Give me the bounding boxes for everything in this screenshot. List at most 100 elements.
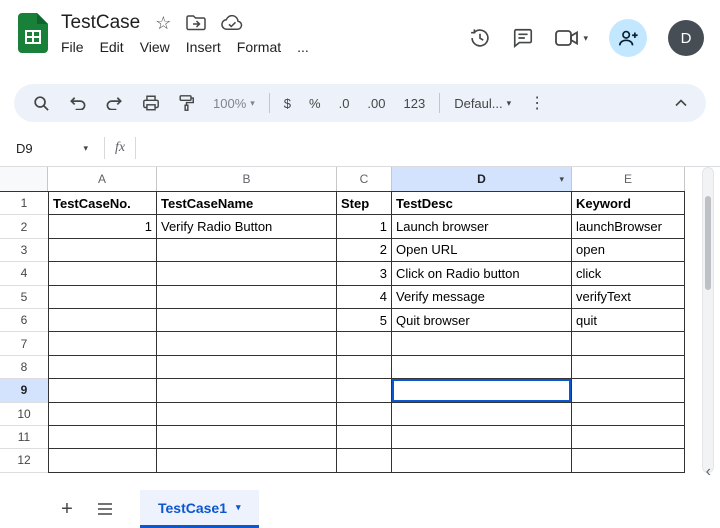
cell-E1[interactable]: Keyword — [572, 192, 685, 215]
cell-C1[interactable]: Step — [337, 192, 392, 215]
share-button[interactable] — [609, 19, 647, 57]
undo-button[interactable] — [59, 84, 96, 122]
cell-A1[interactable]: TestCaseNo. — [48, 192, 157, 215]
cell-C2[interactable]: 1 — [337, 215, 392, 238]
cell-D9[interactable] — [392, 379, 572, 402]
comments-icon[interactable] — [512, 27, 534, 49]
sheets-logo-icon[interactable] — [18, 13, 48, 53]
cell-E11[interactable] — [572, 426, 685, 449]
select-all-corner[interactable] — [0, 167, 48, 191]
meet-video-icon[interactable]: ▾ — [555, 29, 588, 47]
menu-edit[interactable]: Edit — [92, 37, 132, 57]
column-header-B[interactable]: B — [157, 167, 337, 191]
cell-D2[interactable]: Launch browser — [392, 215, 572, 238]
menu-file[interactable]: File — [53, 37, 92, 57]
cell-B6[interactable] — [157, 309, 337, 332]
cell-C8[interactable] — [337, 356, 392, 379]
column-header-C[interactable]: C — [337, 167, 392, 191]
print-button[interactable] — [133, 84, 169, 122]
account-avatar[interactable]: D — [668, 20, 704, 56]
row-header-6[interactable]: 6 — [0, 309, 48, 332]
row-header-10[interactable]: 10 — [0, 403, 48, 426]
currency-format-button[interactable]: $ — [275, 84, 300, 122]
cell-E12[interactable] — [572, 449, 685, 472]
cell-C6[interactable]: 5 — [337, 309, 392, 332]
row-header-9[interactable]: 9 — [0, 379, 48, 402]
meet-caret-icon[interactable]: ▾ — [583, 34, 588, 43]
cell-C4[interactable]: 3 — [337, 262, 392, 285]
scroll-left-icon[interactable]: ‹ — [706, 464, 711, 480]
cell-A12[interactable] — [48, 449, 157, 472]
cell-A8[interactable] — [48, 356, 157, 379]
sheet-tab-testcase1[interactable]: TestCase1 ▾ — [140, 490, 259, 528]
cell-D5[interactable]: Verify message — [392, 286, 572, 309]
more-toolbar-button[interactable]: ⋮ — [520, 84, 554, 122]
cell-A10[interactable] — [48, 403, 157, 426]
cell-E3[interactable]: open — [572, 239, 685, 262]
cell-A11[interactable] — [48, 426, 157, 449]
column-header-D[interactable]: D▾ — [392, 167, 572, 191]
cell-D11[interactable] — [392, 426, 572, 449]
cell-B8[interactable] — [157, 356, 337, 379]
cell-A4[interactable] — [48, 262, 157, 285]
percent-format-button[interactable]: % — [300, 84, 330, 122]
cell-D1[interactable]: TestDesc — [392, 192, 572, 215]
cell-B3[interactable] — [157, 239, 337, 262]
cell-E9[interactable] — [572, 379, 685, 402]
cloud-saved-icon[interactable] — [221, 15, 243, 31]
cell-B1[interactable]: TestCaseName — [157, 192, 337, 215]
row-header-7[interactable]: 7 — [0, 332, 48, 355]
search-menus-button[interactable] — [24, 84, 59, 122]
cell-C10[interactable] — [337, 403, 392, 426]
cell-D7[interactable] — [392, 332, 572, 355]
move-folder-icon[interactable] — [186, 15, 206, 31]
cell-E6[interactable]: quit — [572, 309, 685, 332]
cell-C9[interactable] — [337, 379, 392, 402]
cell-B2[interactable]: Verify Radio Button — [157, 215, 337, 238]
column-header-A[interactable]: A — [48, 167, 157, 191]
cell-C11[interactable] — [337, 426, 392, 449]
cell-C3[interactable]: 2 — [337, 239, 392, 262]
row-header-4[interactable]: 4 — [0, 262, 48, 285]
all-sheets-button[interactable] — [86, 490, 124, 528]
row-header-12[interactable]: 12 — [0, 449, 48, 472]
decrease-decimal-button[interactable]: .0 — [330, 84, 359, 122]
cell-D6[interactable]: Quit browser — [392, 309, 572, 332]
cell-A7[interactable] — [48, 332, 157, 355]
cell-B7[interactable] — [157, 332, 337, 355]
row-header-3[interactable]: 3 — [0, 239, 48, 262]
font-select[interactable]: Defaul... ▾ — [445, 84, 520, 122]
menu-insert[interactable]: Insert — [178, 37, 229, 57]
row-header-8[interactable]: 8 — [0, 356, 48, 379]
paint-format-button[interactable] — [169, 84, 204, 122]
cell-E7[interactable] — [572, 332, 685, 355]
cell-A3[interactable] — [48, 239, 157, 262]
cell-B4[interactable] — [157, 262, 337, 285]
cell-B5[interactable] — [157, 286, 337, 309]
column-menu-caret-icon[interactable]: ▾ — [559, 174, 564, 185]
menu-format[interactable]: Format — [229, 37, 289, 57]
cell-B9[interactable] — [157, 379, 337, 402]
star-icon[interactable]: ☆ — [155, 14, 171, 32]
cell-B12[interactable] — [157, 449, 337, 472]
cell-E5[interactable]: verifyText — [572, 286, 685, 309]
number-format-button[interactable]: 123 — [395, 84, 435, 122]
cell-C7[interactable] — [337, 332, 392, 355]
cell-D12[interactable] — [392, 449, 572, 472]
add-sheet-button[interactable]: + — [48, 490, 86, 528]
version-history-icon[interactable] — [469, 27, 491, 49]
vertical-scrollbar[interactable] — [702, 167, 714, 473]
document-title[interactable]: TestCase — [61, 12, 140, 34]
cell-A6[interactable] — [48, 309, 157, 332]
row-header-5[interactable]: 5 — [0, 286, 48, 309]
increase-decimal-button[interactable]: .00 — [358, 84, 394, 122]
collapse-toolbar-button[interactable] — [666, 84, 696, 122]
cell-A2[interactable]: 1 — [48, 215, 157, 238]
menu-overflow[interactable]: ... — [289, 37, 317, 57]
row-header-2[interactable]: 2 — [0, 215, 48, 238]
row-header-1[interactable]: 1 — [0, 192, 48, 215]
vertical-scrollbar-thumb[interactable] — [705, 196, 711, 290]
name-box[interactable]: D9 ▾ — [16, 141, 94, 156]
menu-view[interactable]: View — [132, 37, 178, 57]
cell-D4[interactable]: Click on Radio button — [392, 262, 572, 285]
